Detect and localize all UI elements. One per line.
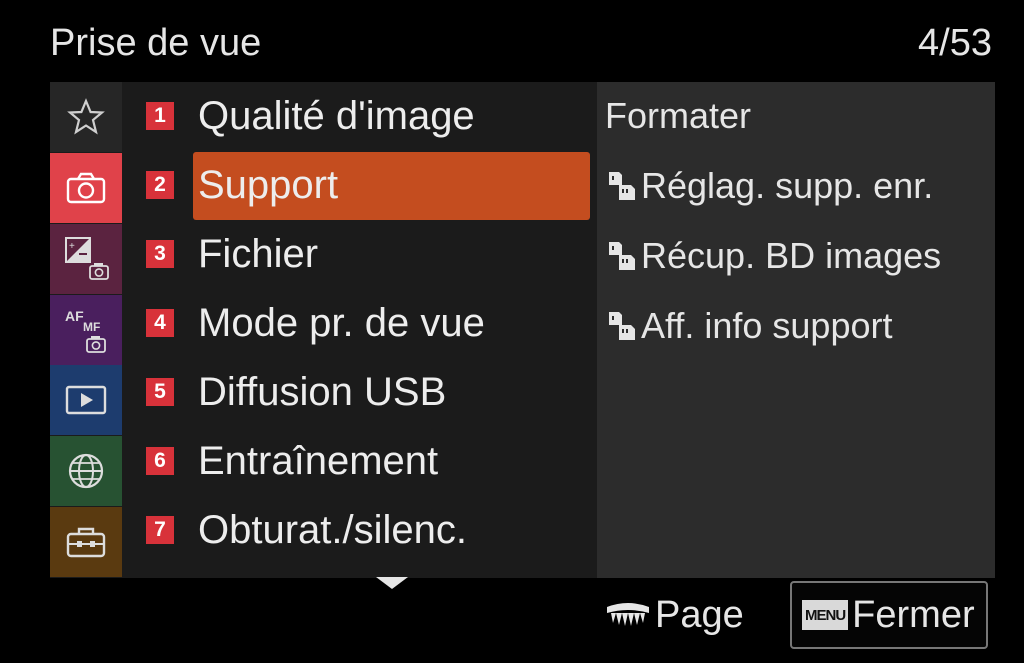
menu-item-label: Obturat./silenc. bbox=[198, 507, 468, 552]
submenu-item-label: Aff. info support bbox=[641, 305, 893, 346]
menu-item-file[interactable]: 3 Fichier bbox=[130, 220, 592, 288]
tab-favorites[interactable] bbox=[50, 82, 122, 152]
tab-exposure[interactable]: + bbox=[50, 224, 122, 294]
close-button[interactable]: MENU Fermer bbox=[790, 581, 988, 649]
item-number-badge: 1 bbox=[146, 102, 174, 130]
menu-item-label: Fichier bbox=[198, 231, 319, 276]
submenu-panel: Formater Réglag. supp. enr. Récup. BD im… bbox=[597, 82, 995, 578]
menu-item-label: Entraînement bbox=[198, 438, 439, 483]
menu-item-label: Mode pr. de vue bbox=[198, 300, 485, 345]
submenu-item-rec-media-settings[interactable]: Réglag. supp. enr. bbox=[605, 156, 933, 216]
tab-network[interactable] bbox=[50, 436, 122, 506]
svg-text:AF: AF bbox=[65, 308, 84, 324]
item-number-badge: 6 bbox=[146, 447, 174, 475]
page-counter: 4/53 bbox=[918, 22, 992, 64]
menu-item-label: Diffusion USB bbox=[198, 369, 447, 414]
menu-item-drive[interactable]: 6 Entraînement bbox=[130, 427, 592, 495]
page-hint[interactable]: Page bbox=[605, 594, 744, 637]
item-number-badge: 7 bbox=[146, 516, 174, 544]
svg-text:MF: MF bbox=[83, 320, 100, 334]
tab-focus[interactable]: AF MF bbox=[50, 295, 122, 365]
submenu-item-label: Formater bbox=[605, 95, 752, 136]
submenu-item-format[interactable]: Formater bbox=[605, 86, 751, 146]
menu-item-usb-streaming[interactable]: 5 Diffusion USB bbox=[130, 358, 592, 426]
menu-list: 1 Qualité d'image 2 Support 3 Fichier 4 … bbox=[130, 82, 600, 578]
tab-shooting[interactable] bbox=[50, 153, 122, 223]
page-title: Prise de vue bbox=[50, 22, 262, 64]
af-mf-camera-icon: AF MF bbox=[65, 308, 106, 353]
menu-item-shutter-silent[interactable]: 7 Obturat./silenc. bbox=[130, 496, 592, 564]
dual-card-icon bbox=[609, 312, 635, 340]
menu-key-badge: MENU bbox=[802, 600, 849, 630]
category-tabs: + AF MF bbox=[50, 82, 122, 578]
camera-icon bbox=[66, 172, 106, 204]
submenu-item-label: Réglag. supp. enr. bbox=[641, 165, 934, 206]
svg-text:+: + bbox=[69, 241, 75, 252]
menu-panel: + AF MF 1 Qualité d'image 2 Support 3 Fi… bbox=[50, 82, 995, 578]
menu-item-media[interactable]: 2 Support bbox=[130, 151, 592, 220]
toolbox-icon bbox=[66, 527, 106, 558]
tab-setup[interactable] bbox=[50, 507, 122, 577]
dual-card-icon bbox=[609, 242, 635, 270]
menu-item-image-quality[interactable]: 1 Qualité d'image bbox=[130, 82, 592, 150]
page-hint-label: Page bbox=[655, 594, 744, 636]
dial-icon bbox=[607, 602, 649, 626]
submenu-item-media-info[interactable]: Aff. info support bbox=[605, 296, 893, 356]
dual-card-icon bbox=[609, 172, 635, 200]
item-number-badge: 2 bbox=[146, 171, 174, 199]
tab-playback[interactable] bbox=[50, 365, 122, 435]
menu-item-label: Support bbox=[198, 162, 339, 207]
item-number-badge: 5 bbox=[146, 378, 174, 406]
exposure-camera-icon: + bbox=[65, 237, 109, 280]
item-number-badge: 3 bbox=[146, 240, 174, 268]
star-icon bbox=[67, 98, 105, 135]
item-number-badge: 4 bbox=[146, 309, 174, 337]
playback-icon bbox=[65, 385, 107, 415]
menu-item-drive-mode[interactable]: 4 Mode pr. de vue bbox=[130, 289, 592, 357]
scroll-down-arrow-icon[interactable] bbox=[376, 577, 408, 589]
submenu-item-label: Récup. BD images bbox=[641, 235, 942, 276]
globe-icon bbox=[68, 453, 104, 489]
close-label: Fermer bbox=[852, 593, 975, 636]
menu-item-label: Qualité d'image bbox=[198, 93, 475, 138]
submenu-item-recover-image-db[interactable]: Récup. BD images bbox=[605, 226, 941, 286]
